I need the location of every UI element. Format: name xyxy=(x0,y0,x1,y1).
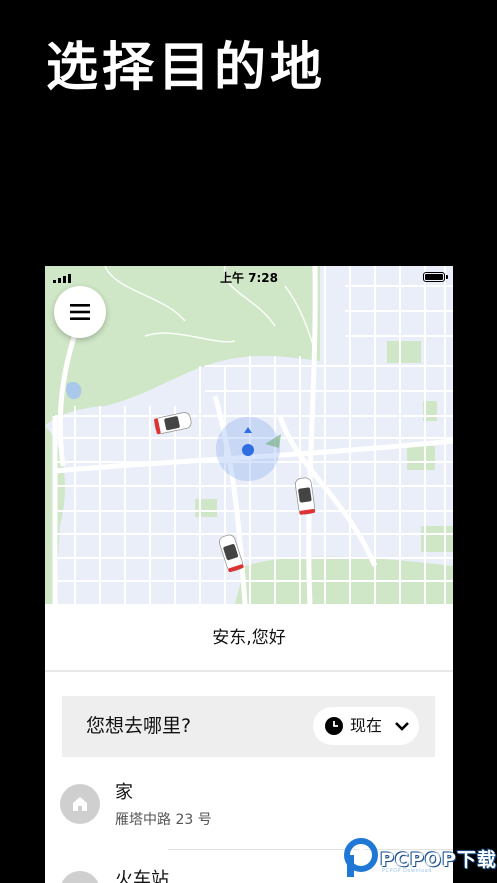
greeting-text: 安东,您好 xyxy=(45,604,453,672)
time-selector-label: 现在 xyxy=(350,716,383,735)
menu-button[interactable] xyxy=(54,286,106,338)
hamburger-icon xyxy=(70,304,90,320)
battery-icon xyxy=(423,272,448,282)
train-icon xyxy=(60,871,100,883)
watermark-logo: PCPOP下载 PCPOP Download xyxy=(344,838,496,880)
chevron-down-icon xyxy=(395,722,409,731)
place-title: 火车站 xyxy=(115,869,169,883)
status-time: 上午 7:28 xyxy=(219,271,279,285)
home-icon xyxy=(60,784,100,824)
place-title: 家 xyxy=(115,782,133,803)
phone-screen: 上午 7:28 安东,您好 您想去哪里? 现在 家 雁塔中路 23 号 火车站 xyxy=(45,266,453,883)
watermark-subtext: PCPOP Download xyxy=(382,868,432,874)
destination-search[interactable]: 您想去哪里? 现在 xyxy=(62,696,435,757)
search-label: 您想去哪里? xyxy=(86,715,192,737)
page-headline: 选择目的地 xyxy=(46,38,327,98)
status-bar: 上午 7:28 xyxy=(45,266,453,288)
map-view[interactable] xyxy=(45,266,453,604)
pcpop-logo-icon xyxy=(344,838,378,877)
place-address: 雁塔中路 23 号 xyxy=(115,812,212,828)
time-selector[interactable]: 现在 xyxy=(313,707,419,745)
clock-icon xyxy=(325,717,343,735)
